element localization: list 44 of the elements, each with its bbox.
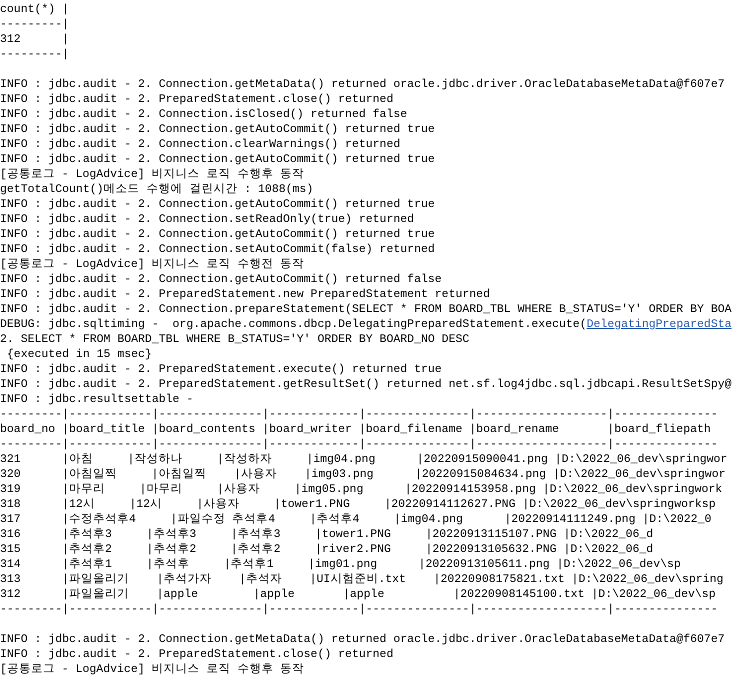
log-line: ---------|------------|---------------|-------------|---------------|-------------------|---------------: [0, 437, 718, 452]
log-line: INFO : jdbc.audit - 2. PreparedStatement.new PreparedStatement returned: [0, 287, 490, 302]
log-line: [공통로그 - LogAdvice] 비지니스 로직 수행전 동작: [0, 257, 304, 272]
log-line: INFO : jdbc.audit - 2. PreparedStatement.getResultSet() returned net.sf.log4jdbc.sql.jdbcapi.ResultSetSpy@: [0, 377, 732, 392]
log-line: ---------|------------|---------------|-------------|---------------|-------------------|---------------: [0, 407, 718, 422]
log-line: board_no |board_title |board_contents |board_writer |board_filename |board_rename |board_fliepath: [0, 422, 711, 437]
log-line: 319 |마무리 |마무리 |사용자 |img05.png |20220914153958.png |D:\2022_06_dev\springwork: [0, 482, 722, 497]
log-line: 314 |추석후1 |추석후 |추석후1 |img01.png |20220913105611.png |D:\2022_06_dev\sp: [0, 557, 681, 572]
log-line: INFO : jdbc.audit - 2. Connection.getAutoCommit() returned false: [0, 272, 442, 287]
log-line: INFO : jdbc.audit - 2. Connection.setReadOnly(true) returned: [0, 212, 414, 227]
log-line: INFO : jdbc.audit - 2. Connection.getMetaData() returned oracle.jdbc.driver.OracleDatabaseMetaData@f607e7: [0, 77, 725, 92]
log-line: ---------|: [0, 17, 70, 32]
log-line: {executed in 15 msec}: [6, 347, 152, 362]
log-line: INFO : jdbc.audit - 2. Connection.getAutoCommit() returned true: [0, 122, 435, 137]
log-line: 312 |파일올리기 |apple |apple |apple |20220908145100.txt |D:\2022_06_dev\sp: [0, 587, 716, 602]
log-line: getTotalCount()메소드 수행에 걸린시간 : 1088(ms): [0, 182, 314, 197]
log-line: INFO : jdbc.audit - 2. Connection.isClosed() returned false: [0, 107, 408, 122]
log-line: INFO : jdbc.audit - 2. PreparedStatement.close() returned: [0, 647, 394, 662]
log-line: INFO : jdbc.audit - 2. PreparedStatement.execute() returned true: [0, 362, 442, 377]
log-line: INFO : jdbc.resultsettable -: [0, 392, 194, 407]
log-line: INFO : jdbc.audit - 2. Connection.prepareStatement(SELECT * FROM BOARD_TBL WHERE B_STATUS='Y' ORDER BY BOA: [0, 302, 732, 317]
log-line: 2. SELECT * FROM BOARD_TBL WHERE B_STATUS='Y' ORDER BY BOARD_NO DESC: [0, 332, 470, 347]
source-link[interactable]: DelegatingPreparedSta: [586, 317, 732, 332]
log-line: [공통로그 - LogAdvice] 비지니스 로직 수행후 동작: [0, 662, 304, 677]
log-line: INFO : jdbc.audit - 2. PreparedStatement.close() returned: [0, 92, 394, 107]
log-line: ---------|------------|---------------|-------------|---------------|-------------------|---------------: [0, 602, 718, 617]
log-line: INFO : jdbc.audit - 2. Connection.getMetaData() returned oracle.jdbc.driver.OracleDatabaseMetaData@f607e7: [0, 632, 725, 647]
log-line: INFO : jdbc.audit - 2. Connection.setAutoCommit(false) returned: [0, 242, 435, 257]
log-line: 312 |: [0, 32, 70, 47]
log-line: 315 |추석후2 |추석후2 |추석후2 |river2.PNG |20220913105632.PNG |D:\2022_06_d: [0, 542, 654, 557]
log-line: 318 |12시 |12시 |사용자 |tower1.PNG |20220914112627.PNG |D:\2022_06_dev\springworksp: [0, 497, 716, 512]
log-line: [공통로그 - LogAdvice] 비지니스 로직 수행후 동작: [0, 167, 304, 182]
log-line: INFO : jdbc.audit - 2. Connection.getAutoCommit() returned true: [0, 152, 435, 167]
log-line: ---------|: [0, 47, 70, 62]
log-line: DEBUG: jdbc.sqltiming - org.apache.commons.dbcp.DelegatingPreparedStatement.execute(: [0, 317, 587, 332]
log-line: count(*) |: [0, 2, 70, 17]
log-line: 313 |파일올리기 |추석가자 |추석자 |UI시험준비.txt |20220908175821.txt |D:\2022_06_dev\spring: [0, 572, 724, 587]
log-line: 317 |수정추석후4 |파일수정 추석후4 |추석후4 |img04.png |20220914111249.png |D:\2022_0: [0, 512, 712, 527]
log-line: INFO : jdbc.audit - 2. Connection.clearWarnings() returned: [0, 137, 400, 152]
log-line: 316 |추석후3 |추석후3 |추석후3 |tower1.PNG |20220913115107.PNG |D:\2022_06_d: [0, 527, 654, 542]
log-line: 320 |아침일찍 |아침일찍 |사용자 |img03.png |20220915084634.png |D:\2022_06_dev\springwor: [0, 467, 726, 482]
log-line: INFO : jdbc.audit - 2. Connection.getAutoCommit() returned true: [0, 197, 435, 212]
log-line: INFO : jdbc.audit - 2. Connection.getAutoCommit() returned true: [0, 227, 435, 242]
log-line: 321 |아침 |작성하나 |작성하자 |img04.png |20220915090041.png |D:\2022_06_dev\springwor: [0, 452, 728, 467]
